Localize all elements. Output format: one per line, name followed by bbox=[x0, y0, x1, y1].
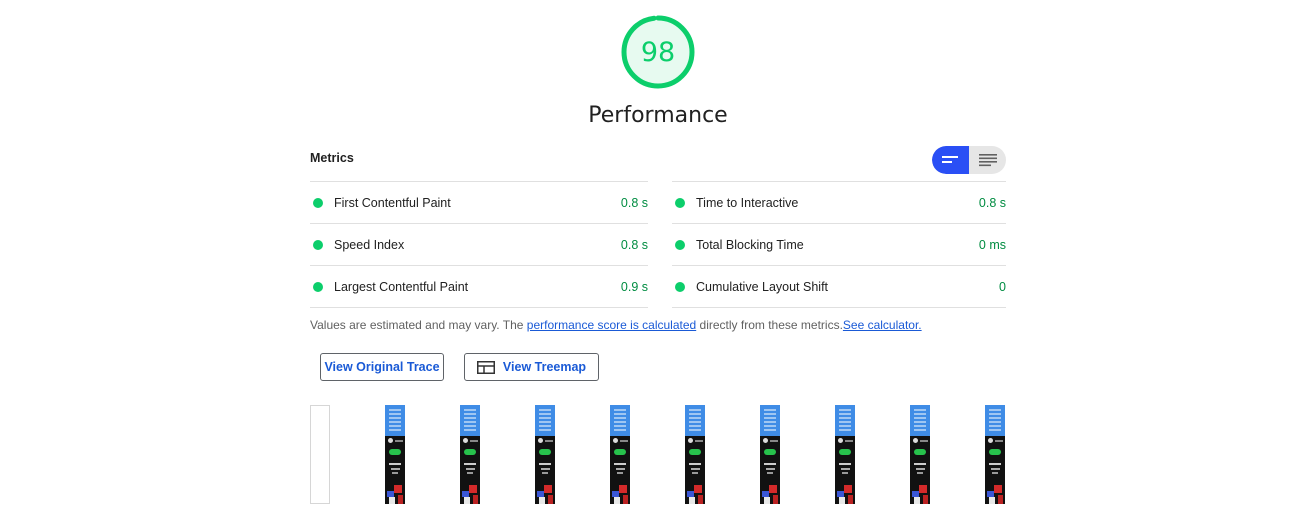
filmstrip-frame bbox=[685, 405, 705, 504]
filmstrip-frame bbox=[460, 405, 480, 504]
filmstrip-frame bbox=[535, 405, 555, 504]
metric-value: 0.8 s bbox=[620, 195, 648, 210]
pass-indicator-icon bbox=[313, 281, 323, 292]
pass-indicator-icon bbox=[313, 197, 323, 208]
metrics-disclaimer: Values are estimated and may vary. The p… bbox=[310, 318, 922, 332]
metric-name: Cumulative Layout Shift bbox=[696, 279, 829, 294]
metric-name: Total Blocking Time bbox=[696, 237, 804, 252]
pass-indicator-icon bbox=[675, 281, 685, 292]
view-original-trace-button[interactable]: View Original Trace bbox=[320, 353, 444, 381]
performance-label: Performance bbox=[588, 103, 728, 128]
see-calculator-link[interactable]: See calculator. bbox=[843, 318, 922, 332]
view-treemap-button[interactable]: View Treemap bbox=[464, 353, 599, 381]
metrics-column-left: First Contentful Paint 0.8 s Speed Index… bbox=[310, 181, 648, 308]
expanded-view-icon bbox=[978, 154, 997, 167]
performance-score-gauge[interactable]: 98 bbox=[621, 15, 695, 89]
metric-name: Largest Contentful Paint bbox=[334, 279, 469, 294]
pass-indicator-icon bbox=[313, 239, 323, 250]
metrics-heading: Metrics bbox=[310, 151, 354, 165]
metric-total-blocking-time[interactable]: Total Blocking Time 0 ms bbox=[672, 223, 1006, 265]
disclaimer-text-middle: directly from these metrics. bbox=[696, 318, 843, 332]
metric-value: 0 bbox=[999, 279, 1006, 294]
filmstrip-frame bbox=[985, 405, 1005, 504]
view-original-trace-label: View Original Trace bbox=[324, 360, 440, 374]
filmstrip-frame-blank bbox=[310, 405, 330, 504]
metric-value: 0.9 s bbox=[620, 279, 648, 294]
compact-view-button[interactable] bbox=[932, 146, 969, 174]
filmstrip-frame bbox=[610, 405, 630, 504]
lighthouse-performance-section: 98 Performance Metrics First Contentful … bbox=[0, 0, 1315, 525]
filmstrip-frame bbox=[760, 405, 780, 504]
metrics-view-toggle[interactable] bbox=[932, 146, 1006, 174]
metric-value: 0.8 s bbox=[978, 195, 1006, 210]
metric-speed-index[interactable]: Speed Index 0.8 s bbox=[310, 223, 648, 265]
score-calculation-link[interactable]: performance score is calculated bbox=[527, 318, 696, 332]
metric-name: Speed Index bbox=[334, 237, 405, 252]
metric-value: 0.8 s bbox=[620, 237, 648, 252]
metric-name: Time to Interactive bbox=[696, 195, 799, 210]
performance-score: 98 bbox=[640, 36, 676, 68]
treemap-icon bbox=[476, 360, 495, 374]
metric-first-contentful-paint[interactable]: First Contentful Paint 0.8 s bbox=[310, 181, 648, 223]
filmstrip-frame bbox=[385, 405, 405, 504]
expanded-view-button[interactable] bbox=[969, 146, 1006, 174]
metric-name: First Contentful Paint bbox=[334, 195, 451, 210]
filmstrip-frame bbox=[835, 405, 855, 504]
pass-indicator-icon bbox=[675, 197, 685, 208]
pass-indicator-icon bbox=[675, 239, 685, 250]
filmstrip-frame bbox=[910, 405, 930, 504]
metric-time-to-interactive[interactable]: Time to Interactive 0.8 s bbox=[672, 181, 1006, 223]
metric-cumulative-layout-shift[interactable]: Cumulative Layout Shift 0 bbox=[672, 265, 1006, 308]
metric-largest-contentful-paint[interactable]: Largest Contentful Paint 0.9 s bbox=[310, 265, 648, 308]
metrics-column-right: Time to Interactive 0.8 s Total Blocking… bbox=[672, 181, 1006, 308]
disclaimer-text: Values are estimated and may vary. The bbox=[310, 318, 527, 332]
compact-view-icon bbox=[941, 156, 958, 163]
view-treemap-label: View Treemap bbox=[502, 360, 587, 374]
metric-value: 0 ms bbox=[978, 237, 1006, 252]
